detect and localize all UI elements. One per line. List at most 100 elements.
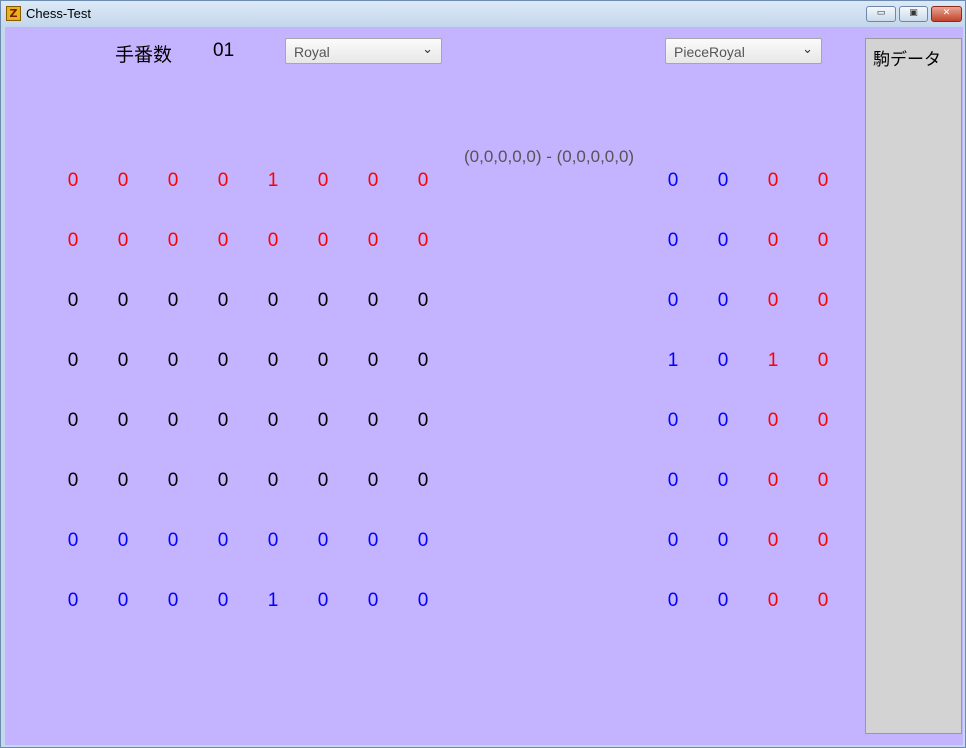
board-cell: 0 <box>117 410 129 431</box>
board-cell: 0 <box>417 470 429 491</box>
board-cell: 0 <box>367 590 379 611</box>
board-cell: 0 <box>67 230 79 251</box>
piece-select-value: PieceRoyal <box>674 44 745 60</box>
mode-select-value: Royal <box>294 44 330 60</box>
board-cell: 0 <box>367 410 379 431</box>
minimize-button[interactable]: ▭ <box>866 6 896 22</box>
board-cell: 0 <box>117 470 129 491</box>
side-cell: 0 <box>717 590 729 611</box>
title-bar[interactable]: Z Chess-Test ▭ ▣ ✕ <box>1 1 965 27</box>
side-cell: 1 <box>667 350 679 371</box>
board-cell: 0 <box>317 530 329 551</box>
board-cell: 0 <box>417 590 429 611</box>
maximize-button[interactable]: ▣ <box>899 6 928 22</box>
board-cell: 0 <box>217 230 229 251</box>
side-cell: 0 <box>717 170 729 191</box>
side-cell: 0 <box>817 170 829 191</box>
client-area: 手番数 01 Royal ⌄ PieceRoyal ⌄ (0,0,0,0,0) … <box>5 27 963 745</box>
board-cell: 0 <box>317 290 329 311</box>
board-cell: 0 <box>67 530 79 551</box>
side-cell: 0 <box>817 410 829 431</box>
board-cell: 0 <box>367 350 379 371</box>
app-window: Z Chess-Test ▭ ▣ ✕ 手番数 01 Royal ⌄ PieceR… <box>0 0 966 748</box>
side-cell: 0 <box>667 590 679 611</box>
board-cell: 0 <box>117 290 129 311</box>
board-cell: 0 <box>267 530 279 551</box>
side-cell: 0 <box>667 530 679 551</box>
side-cell: 0 <box>767 470 779 491</box>
side-cell: 0 <box>767 170 779 191</box>
board-cell: 0 <box>67 590 79 611</box>
side-cell: 0 <box>717 470 729 491</box>
board-cell: 0 <box>167 170 179 191</box>
chevron-down-icon: ⌄ <box>422 42 433 57</box>
side-cell: 0 <box>817 470 829 491</box>
board-cell: 0 <box>317 230 329 251</box>
board-cell: 0 <box>317 470 329 491</box>
mode-select[interactable]: Royal ⌄ <box>285 38 442 64</box>
side-cell: 0 <box>767 230 779 251</box>
board-cell: 0 <box>417 290 429 311</box>
board-cell: 0 <box>117 230 129 251</box>
side-cell: 0 <box>817 290 829 311</box>
chevron-down-icon: ⌄ <box>802 42 813 57</box>
side-cell: 0 <box>717 230 729 251</box>
board-cell: 0 <box>167 230 179 251</box>
side-cell: 0 <box>667 470 679 491</box>
board-cell: 0 <box>67 470 79 491</box>
board-cell: 0 <box>217 290 229 311</box>
board-cell: 0 <box>217 170 229 191</box>
close-button[interactable]: ✕ <box>931 6 962 22</box>
board-cell: 0 <box>167 530 179 551</box>
side-cell: 0 <box>667 290 679 311</box>
board-cell: 0 <box>317 590 329 611</box>
position-readout: (0,0,0,0,0) - (0,0,0,0,0) <box>464 147 635 166</box>
window-title: Chess-Test <box>26 6 92 21</box>
side-cell: 0 <box>817 350 829 371</box>
board-cell: 0 <box>367 230 379 251</box>
board-cell: 0 <box>217 590 229 611</box>
board-cell: 0 <box>67 350 79 371</box>
board-cell: 0 <box>267 350 279 371</box>
side-cell: 0 <box>717 290 729 311</box>
side-cell: 1 <box>767 350 779 371</box>
board-cell: 0 <box>67 170 79 191</box>
board-cell: 0 <box>417 170 429 191</box>
board-cell: 1 <box>267 590 279 611</box>
board-cell: 0 <box>367 470 379 491</box>
board-cell: 0 <box>367 290 379 311</box>
board-cell: 0 <box>117 170 129 191</box>
side-cell: 0 <box>717 530 729 551</box>
board-cell: 0 <box>317 410 329 431</box>
piece-select[interactable]: PieceRoyal ⌄ <box>665 38 822 64</box>
board-cell: 0 <box>267 410 279 431</box>
board-cell: 0 <box>267 230 279 251</box>
side-cell: 0 <box>767 410 779 431</box>
board-cell: 0 <box>167 350 179 371</box>
board-cell: 0 <box>117 530 129 551</box>
board-cell: 0 <box>167 290 179 311</box>
side-cell: 0 <box>817 230 829 251</box>
board-cell: 0 <box>417 230 429 251</box>
board-cell: 0 <box>317 350 329 371</box>
piece-data-panel: 駒データ <box>865 38 962 734</box>
board-cell: 0 <box>367 530 379 551</box>
board-cell: 0 <box>167 410 179 431</box>
board-cell: 0 <box>67 290 79 311</box>
app-icon: Z <box>6 6 21 21</box>
board-cell: 0 <box>217 470 229 491</box>
side-cell: 0 <box>767 290 779 311</box>
board-cell: 0 <box>417 530 429 551</box>
board-cell: 0 <box>217 530 229 551</box>
board-cell: 0 <box>267 470 279 491</box>
side-cell: 0 <box>667 410 679 431</box>
side-cell: 0 <box>767 530 779 551</box>
side-cell: 0 <box>717 410 729 431</box>
board-cell: 0 <box>167 470 179 491</box>
board-cell: 0 <box>417 410 429 431</box>
board-cell: 0 <box>167 590 179 611</box>
side-cell: 0 <box>717 350 729 371</box>
move-count-value: 01 <box>213 40 235 61</box>
side-cell: 0 <box>667 170 679 191</box>
board-cell: 0 <box>217 410 229 431</box>
